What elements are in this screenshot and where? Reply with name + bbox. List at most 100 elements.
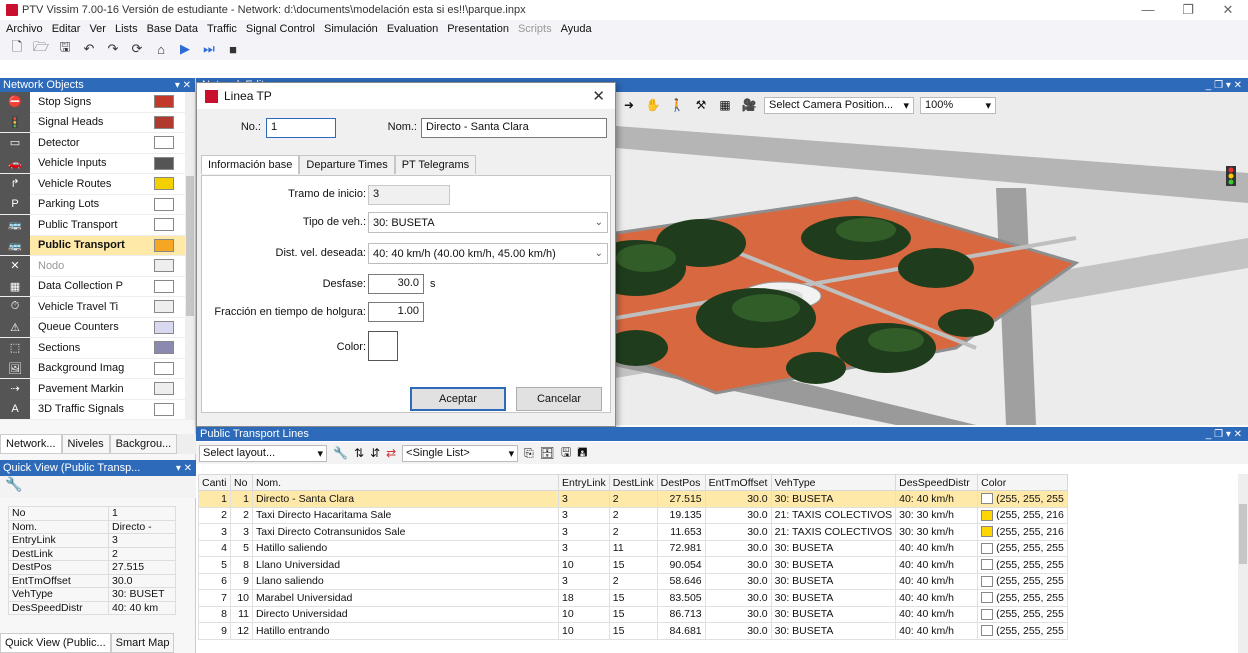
menu-editar[interactable]: Editar [52,23,81,35]
menu-traffic[interactable]: Traffic [207,23,237,35]
play-icon[interactable]: ▶ [176,40,194,58]
wrench-icon[interactable]: 🔧 [5,476,22,492]
network-object-item[interactable]: ⛔ Stop Signs [0,92,186,113]
column-header[interactable]: Canti [198,474,231,491]
column-header[interactable]: VehType [770,474,897,491]
undo-icon[interactable]: ↶ [80,40,98,58]
left-tab-2[interactable]: Backgrou... [109,434,178,454]
camera-icon[interactable]: 🎥 [740,96,758,114]
wrench-icon[interactable]: 🔧 [333,446,348,460]
network-object-item[interactable]: 🖼 Background Imag [0,358,186,379]
quick-view-row[interactable]: DesSpeedDistr 40: 40 km [8,600,176,615]
quick-view-value[interactable]: Directo - [108,519,176,534]
network-object-item[interactable]: ⚠ Queue Counters [0,317,186,338]
quick-view-row[interactable]: VehType 30: BUSET [8,587,176,602]
column-header[interactable]: No [230,474,253,491]
maximize-button[interactable]: ❐ [1168,2,1208,18]
menu-lists[interactable]: Lists [115,23,138,35]
quick-view-row[interactable]: DestLink 2 [8,546,176,561]
tab-departure-times[interactable]: Departure Times [299,155,395,174]
column-header[interactable]: DesSpeedDistr [895,474,979,491]
pt-lines-scrollbar[interactable] [1238,474,1248,653]
list-mode-select[interactable]: <Single List> ▾ [402,444,519,462]
color-picker-button[interactable] [368,331,398,361]
desfase-input[interactable]: 30.0 [368,274,424,294]
menu-ver[interactable]: Ver [89,23,106,35]
network-objects-scrollbar[interactable] [185,92,195,420]
cancelar-button[interactable]: Cancelar [516,387,602,411]
table-row[interactable]: 7 10 Marabel Universidad 18 15 83.505 30.0 30: … [198,589,1068,607]
stop-icon[interactable]: ■ [224,40,242,58]
camera-position-select[interactable]: Select Camera Position... ▾ [764,96,914,114]
column-header[interactable]: Nom. [252,474,559,491]
column-header[interactable]: EntryLink [558,474,610,491]
sync-icon[interactable]: ⇄ [386,446,396,460]
home-icon[interactable]: ⌂ [152,40,170,58]
table-row[interactable]: 4 5 Hatillo saliendo 3 11 72.981 30.0 30: BUSET… [198,539,1068,557]
menu-scripts[interactable]: Scripts [518,23,552,35]
table-row[interactable]: 3 3 Taxi Directo Cotransunidos Sale 3 2 11.65… [198,523,1068,541]
network-object-item[interactable]: ▭ Detector [0,132,186,154]
menu-simulaci-n[interactable]: Simulación [324,23,378,35]
table-row[interactable]: 2 2 Taxi Directo Hacaritama Sale 3 2 19.135 30… [198,506,1068,524]
bottom-left-tab-0[interactable]: Quick View (Public... [0,633,111,653]
menu-base-data[interactable]: Base Data [147,23,198,35]
close-window-button[interactable]: ✕ [1208,2,1248,18]
quick-view-value[interactable]: 2 [108,546,176,561]
menu-ayuda[interactable]: Ayuda [561,23,592,35]
layout-select[interactable]: Select layout... ▾ [199,444,327,462]
menu-signal-control[interactable]: Signal Control [246,23,315,35]
network-object-item[interactable]: ⇢ Pavement Markin [0,378,186,400]
quick-view-row[interactable]: DestPos 27.515 [8,560,176,575]
quick-view-value[interactable]: 27.515 [108,560,176,575]
pt-lines-window-controls[interactable]: _ ❐ ▾ ✕ [1206,429,1248,440]
network-object-item[interactable]: 🚗 Vehicle Inputs [0,153,186,174]
panel-pin-close-icons[interactable]: ▾ ✕ [175,80,195,91]
dist-vel-select[interactable]: 40: 40 km/h (40.00 km/h, 45.00 km/h) ⌄ [368,243,608,264]
arrow-right-icon[interactable]: ➜ [620,96,638,114]
column-header[interactable]: DestLink [608,474,658,491]
column-header[interactable]: Color [977,474,1068,491]
refresh-icon[interactable]: ⟳ [128,40,146,58]
menu-evaluation[interactable]: Evaluation [387,23,438,35]
fraccion-input[interactable]: 1.00 [368,302,424,322]
zoom-select[interactable]: 100% ▾ [920,96,996,114]
menu-presentation[interactable]: Presentation [447,23,509,35]
quick-view-value[interactable]: 3 [108,533,176,548]
network-object-item[interactable]: A 3D Traffic Signals [0,399,186,420]
database-icon[interactable]: 🗄 [540,446,555,460]
table-row[interactable]: 1 1 Directo - Santa Clara 3 2 27.515 30.0 30: B… [198,490,1068,508]
network-object-item[interactable]: ↱ Vehicle Routes [0,173,186,195]
left-tab-0[interactable]: Network... [0,434,62,454]
tools-icon[interactable]: ⚒ [692,96,710,114]
table-row[interactable]: 6 9 Llano saliendo 3 2 58.646 30.0 30: BUSETA 40… [198,572,1068,590]
network-object-item[interactable]: ⏱ Vehicle Travel Ti [0,296,186,318]
sort-descending-icon[interactable]: ⇵ [370,446,380,460]
save-as-icon[interactable]: 🖪 [577,443,587,464]
bottom-left-tab-1[interactable]: Smart Map [110,633,175,653]
sort-ascending-icon[interactable]: ⇅ [354,446,364,460]
network-object-item[interactable]: ▦ Data Collection P [0,276,186,297]
step-icon[interactable]: ⏭ [200,40,218,58]
copy-icon[interactable]: ⎘ [524,446,534,461]
network-object-item[interactable]: ⬚ Sections [0,337,186,359]
no-input[interactable]: 1 [266,118,336,138]
quick-view-value[interactable]: 40: 40 km [108,600,176,615]
network-object-item[interactable]: 🚦 Signal Heads [0,112,186,133]
quick-view-row[interactable]: Nom. Directo - [8,519,176,534]
table-row[interactable]: 8 11 Directo Universidad 10 15 86.713 30.0 30: … [198,605,1068,623]
network-object-item[interactable]: ✕ Nodo [0,255,186,277]
3d-view-icon[interactable]: ▦ [716,96,734,114]
menu-archivo[interactable]: Archivo [6,23,43,35]
new-file-icon[interactable]: 🗋 [8,39,26,58]
quick-view-row[interactable]: EntryLink 3 [8,533,176,548]
save-icon[interactable]: 🖫 [56,39,74,58]
open-folder-icon[interactable]: 🗁 [32,39,50,58]
column-header[interactable]: EntTmOffset [704,474,772,491]
save-icon[interactable]: 🖫 [561,443,571,464]
network-object-item[interactable]: 🚌 Public Transport [0,235,186,256]
nom-input[interactable]: Directo - Santa Clara [421,118,607,138]
minimize-button[interactable]: — [1128,2,1168,18]
quick-view-value[interactable]: 1 [108,506,176,521]
quick-view-row[interactable]: EntTmOffset 30.0 [8,573,176,588]
